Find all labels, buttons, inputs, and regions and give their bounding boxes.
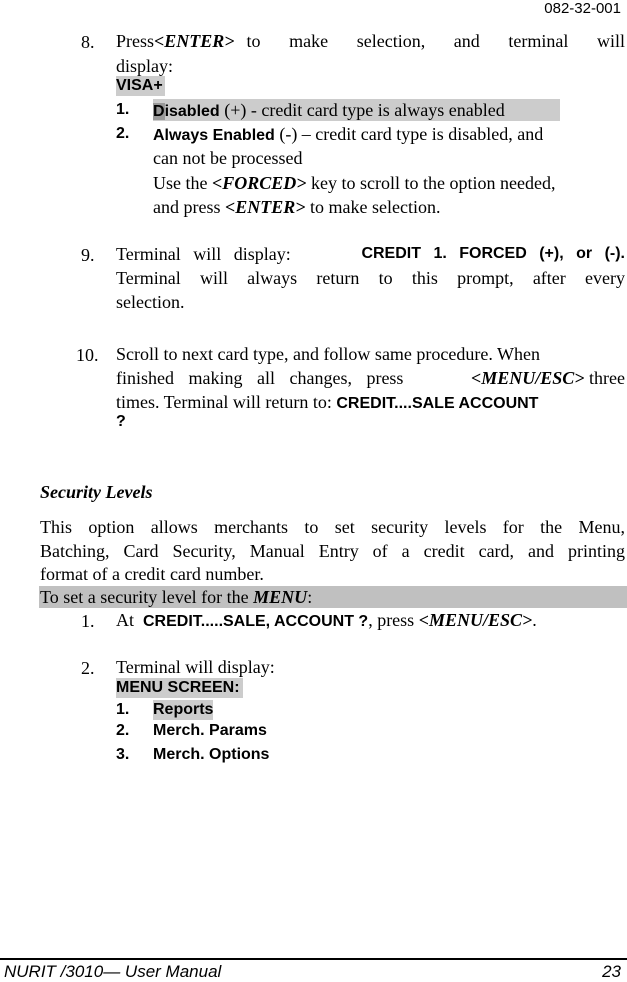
sec-step-1-press: , press: [368, 610, 419, 630]
option-2-number: 2.: [116, 125, 130, 142]
option-2-label: Always Enabled: [153, 127, 275, 144]
screen-credit-sale-cont: ?: [116, 413, 126, 430]
menu-instruction-colon: :: [307, 587, 313, 607]
option-1-label: isabled: [164, 103, 220, 120]
menu-key: MENU: [253, 587, 308, 607]
option-2-desc-line-2: can not be processed: [153, 148, 303, 168]
step-9-line-3: selection.: [116, 292, 185, 312]
menu-item-merch-params: Merch. Params: [153, 722, 267, 739]
option-1: Disabled (+) - credit card type is alway…: [153, 99, 505, 123]
menu-item-3-number: 3.: [116, 746, 130, 763]
enter-instruction: and press <ENTER> to make selection.: [153, 196, 440, 218]
step-10-line-1: Scroll to next card type, and follow sam…: [116, 344, 541, 364]
menu-item-2-number: 2.: [116, 722, 130, 739]
security-para-line-1: This option allows merchants to set secu…: [40, 517, 625, 537]
option-1-cursor: D: [153, 103, 165, 120]
menu-esc-key: <MENU/ESC>: [470, 368, 585, 388]
screen-credit-forced: CREDIT 1. FORCED (+), or (-).: [361, 245, 625, 262]
step-8-number: 8.: [81, 32, 95, 52]
sec-step-1-at: At: [116, 610, 143, 630]
enter-key-2: <ENTER>: [224, 197, 306, 217]
menu-instruction: To set a security level for the MENU:: [40, 586, 312, 608]
forced-text: Use the: [153, 173, 212, 193]
option-1-desc: (+) - credit card type is always enabled: [219, 100, 505, 120]
sec-step-1-period: .: [532, 610, 537, 630]
step-9-text: Terminal will display:: [116, 244, 291, 264]
step-9-line-2: Terminal will always return to this prom…: [116, 268, 625, 288]
sec-step-1: At CREDIT.....SALE, ACCOUNT ?, press <ME…: [116, 609, 537, 633]
enter-text: and press: [153, 197, 225, 217]
sec-step-1-number: 1.: [81, 611, 95, 631]
option-2: Always Enabled (-) – credit card type is…: [153, 123, 543, 147]
menu-esc-key-2: <MENU/ESC>: [418, 610, 533, 630]
footer-rule: [0, 958, 627, 960]
screen-title-menu: MENU SCREEN:: [116, 678, 243, 698]
sec-step-2-text: Terminal will display:: [116, 657, 275, 677]
step-8-line-2: display:: [116, 56, 173, 76]
step-10-line-3: times. Terminal will return to: CREDIT..…: [116, 391, 538, 415]
page-number: 23: [602, 962, 621, 981]
menu-item-merch-options: Merch. Options: [153, 746, 270, 763]
step-9-number: 9.: [81, 245, 95, 265]
step-10-text-rest: three: [584, 368, 625, 388]
footer-title: NURIT /3010— User Manual: [4, 962, 222, 981]
step-10-line-2: finished making all changes, press <MENU…: [116, 367, 625, 389]
forced-text-rest: key to scroll to the option needed,: [306, 173, 556, 193]
forced-key: <FORCED>: [211, 173, 307, 193]
step-8-line-1: Press <ENTER> to make selection, and ter…: [116, 30, 625, 52]
security-para-line-3: format of a credit card number.: [40, 564, 264, 584]
enter-key: <ENTER>: [154, 31, 235, 51]
forced-instruction: Use the <FORCED> key to scroll to the op…: [153, 172, 555, 194]
security-para-line-2: Batching, Card Security, Manual Entry of…: [40, 541, 625, 561]
step-10-return-text: times. Terminal will return to:: [116, 392, 337, 412]
screen-credit-sale-account: CREDIT.....SALE, ACCOUNT ?: [143, 613, 369, 630]
option-1-number: 1.: [116, 101, 130, 118]
step-10-text: finished making all changes, press: [116, 368, 404, 388]
step-9-line-1: Terminal will display: CREDIT 1. FORCED …: [116, 243, 625, 265]
section-heading: Security Levels: [40, 482, 153, 502]
option-2-desc: (-) – credit card type is disabled, and: [274, 124, 544, 144]
step-8-text-rest: to make selection, and terminal will: [246, 31, 625, 51]
screen-title-visa: VISA+: [116, 76, 165, 96]
step-8-text: Press: [116, 31, 155, 51]
menu-item-reports: Reports: [153, 700, 214, 720]
enter-text-rest: to make selection.: [305, 197, 441, 217]
step-10-number: 10.: [76, 345, 99, 365]
document-number: 082-32-001: [544, 0, 621, 17]
menu-item-1-number: 1.: [116, 701, 130, 718]
sec-step-2-number: 2.: [81, 658, 95, 678]
menu-instruction-text: To set a security level for the: [40, 587, 254, 607]
screen-credit-sale: CREDIT....SALE ACCOUNT: [336, 395, 539, 412]
